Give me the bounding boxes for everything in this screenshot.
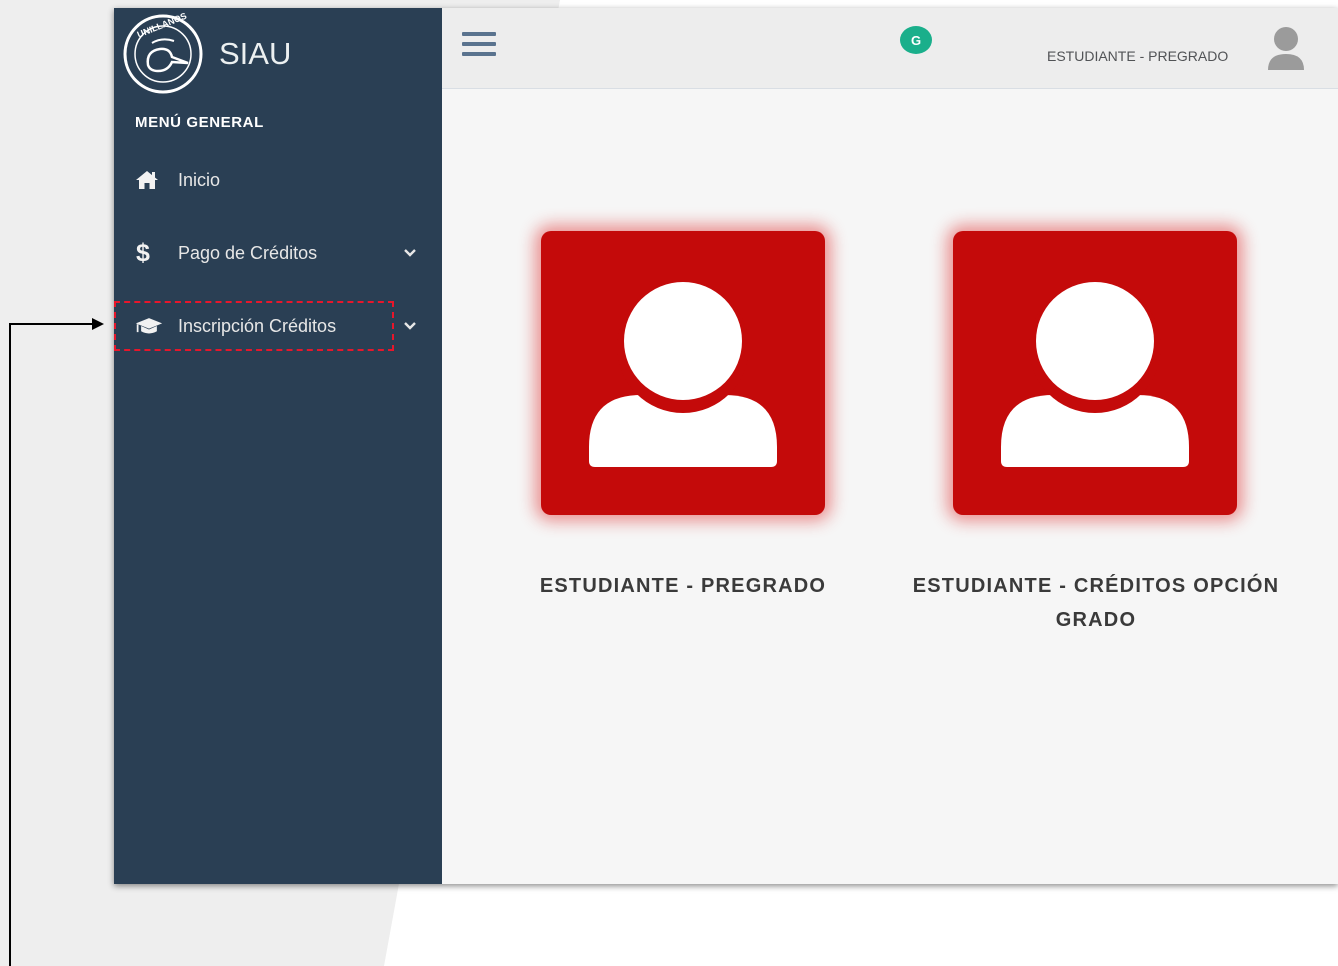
profile-card-pregrado[interactable]	[541, 231, 825, 515]
user-icon	[589, 281, 777, 467]
sidebar: UNILLANOS SIAU MENÚ GENERAL Inicio $ Pag…	[114, 8, 442, 884]
user-icon	[1001, 281, 1189, 467]
profile-label-pregrado[interactable]: ESTUDIANTE - PREGRADO	[517, 569, 849, 603]
chevron-down-icon	[404, 320, 416, 332]
sidebar-item-inicio[interactable]: Inicio	[135, 160, 416, 200]
user-role-label[interactable]: ESTUDIANTE - PREGRADO	[1047, 48, 1228, 64]
brand[interactable]: UNILLANOS SIAU	[122, 13, 292, 94]
dollar-icon: $	[136, 238, 150, 267]
sidebar-item-label: Pago de Créditos	[178, 242, 318, 263]
user-avatar-icon[interactable]	[1265, 24, 1307, 74]
brand-title: SIAU	[219, 36, 292, 71]
highlight-box	[114, 301, 394, 351]
hamburger-icon[interactable]	[462, 32, 496, 62]
home-icon	[135, 170, 163, 190]
topbar: G ESTUDIANTE - PREGRADO	[442, 8, 1338, 89]
chevron-down-icon	[404, 247, 416, 259]
sidebar-item-label: Inicio	[178, 169, 221, 190]
notification-badge[interactable]: G	[900, 26, 932, 54]
menu-heading: MENÚ GENERAL	[135, 114, 264, 131]
app-window: UNILLANOS SIAU MENÚ GENERAL Inicio $ Pag…	[114, 8, 1338, 884]
sidebar-item-pago-creditos[interactable]: $ Pago de Créditos	[135, 233, 416, 273]
unillanos-logo: UNILLANOS	[123, 13, 203, 94]
profile-label-creditos-opcion-grado[interactable]: ESTUDIANTE - CRÉDITOS OPCIÓN GRADO	[900, 569, 1292, 637]
profile-card-creditos-opcion-grado[interactable]	[953, 231, 1237, 515]
